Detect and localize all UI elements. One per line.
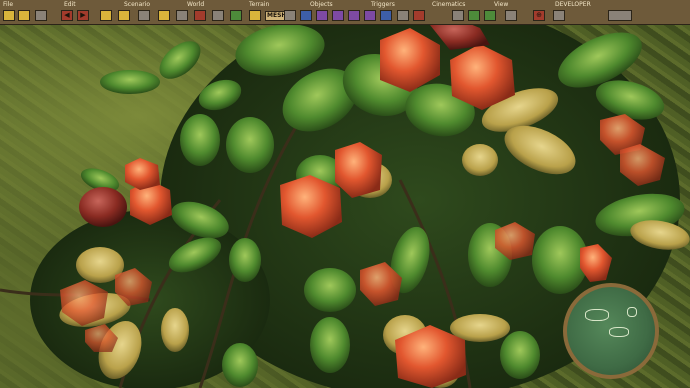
embellishment-icon[interactable] — [364, 10, 376, 21]
menu-file[interactable]: File — [3, 0, 13, 9]
view-grid-icon[interactable] — [468, 10, 480, 21]
developer-grid-icon[interactable] — [553, 10, 565, 21]
menu-scenario[interactable]: Scenario — [124, 0, 150, 9]
menu-row: File Edit Scenario World Terrain Objects… — [0, 0, 690, 9]
minimap-terrain-outline — [585, 309, 609, 321]
menu-world[interactable]: World — [187, 0, 204, 9]
cliff-objects-icon[interactable] — [380, 10, 392, 21]
player-settings-icon[interactable] — [118, 10, 130, 21]
menu-developer[interactable]: DEVELOPER — [555, 0, 591, 9]
developer-target-icon[interactable]: ⊕ — [533, 10, 545, 21]
resources-icon[interactable] — [348, 10, 360, 21]
scenario-settings-icon[interactable] — [100, 10, 112, 21]
save-icon[interactable] — [35, 10, 47, 21]
objects-icon[interactable] — [300, 10, 312, 21]
diplomacy-icon[interactable] — [138, 10, 150, 21]
editor-menubar: File Edit Scenario World Terrain Objects… — [0, 0, 690, 25]
menu-triggers[interactable]: Triggers — [371, 0, 395, 9]
terrain-height-icon[interactable] — [284, 10, 296, 21]
new-file-icon[interactable] — [3, 10, 15, 21]
developer-tool-icon[interactable] — [608, 10, 632, 21]
world-lighting-icon[interactable] — [158, 10, 170, 21]
editor-toolbar: ◀ ▶ MESH ⊕ — [0, 9, 690, 23]
terrain-paint-icon[interactable] — [249, 10, 261, 21]
minimap-terrain-outline — [609, 327, 629, 337]
paint-icon[interactable] — [194, 10, 206, 21]
camera-track-icon[interactable] — [413, 10, 425, 21]
redo-icon[interactable]: ▶ — [77, 10, 89, 21]
undo-icon[interactable]: ◀ — [61, 10, 73, 21]
units-icon[interactable] — [316, 10, 328, 21]
menu-view[interactable]: View — [494, 0, 508, 9]
menu-terrain[interactable]: Terrain — [249, 0, 269, 9]
menu-cinematics[interactable]: Cinematics — [432, 0, 465, 9]
water-icon[interactable] — [176, 10, 188, 21]
minimap[interactable] — [563, 283, 659, 379]
cliff-icon[interactable] — [212, 10, 224, 21]
view-toggle-icon[interactable] — [484, 10, 496, 21]
menu-objects[interactable]: Objects — [310, 0, 333, 9]
buildings-icon[interactable] — [332, 10, 344, 21]
menu-edit[interactable]: Edit — [64, 0, 76, 9]
open-file-icon[interactable] — [18, 10, 30, 21]
cinematic-icon[interactable] — [452, 10, 464, 21]
minimap-terrain-outline — [627, 307, 637, 317]
forest-icon[interactable] — [230, 10, 242, 21]
trigger-icon[interactable] — [397, 10, 409, 21]
view-camera-icon[interactable] — [505, 10, 517, 21]
